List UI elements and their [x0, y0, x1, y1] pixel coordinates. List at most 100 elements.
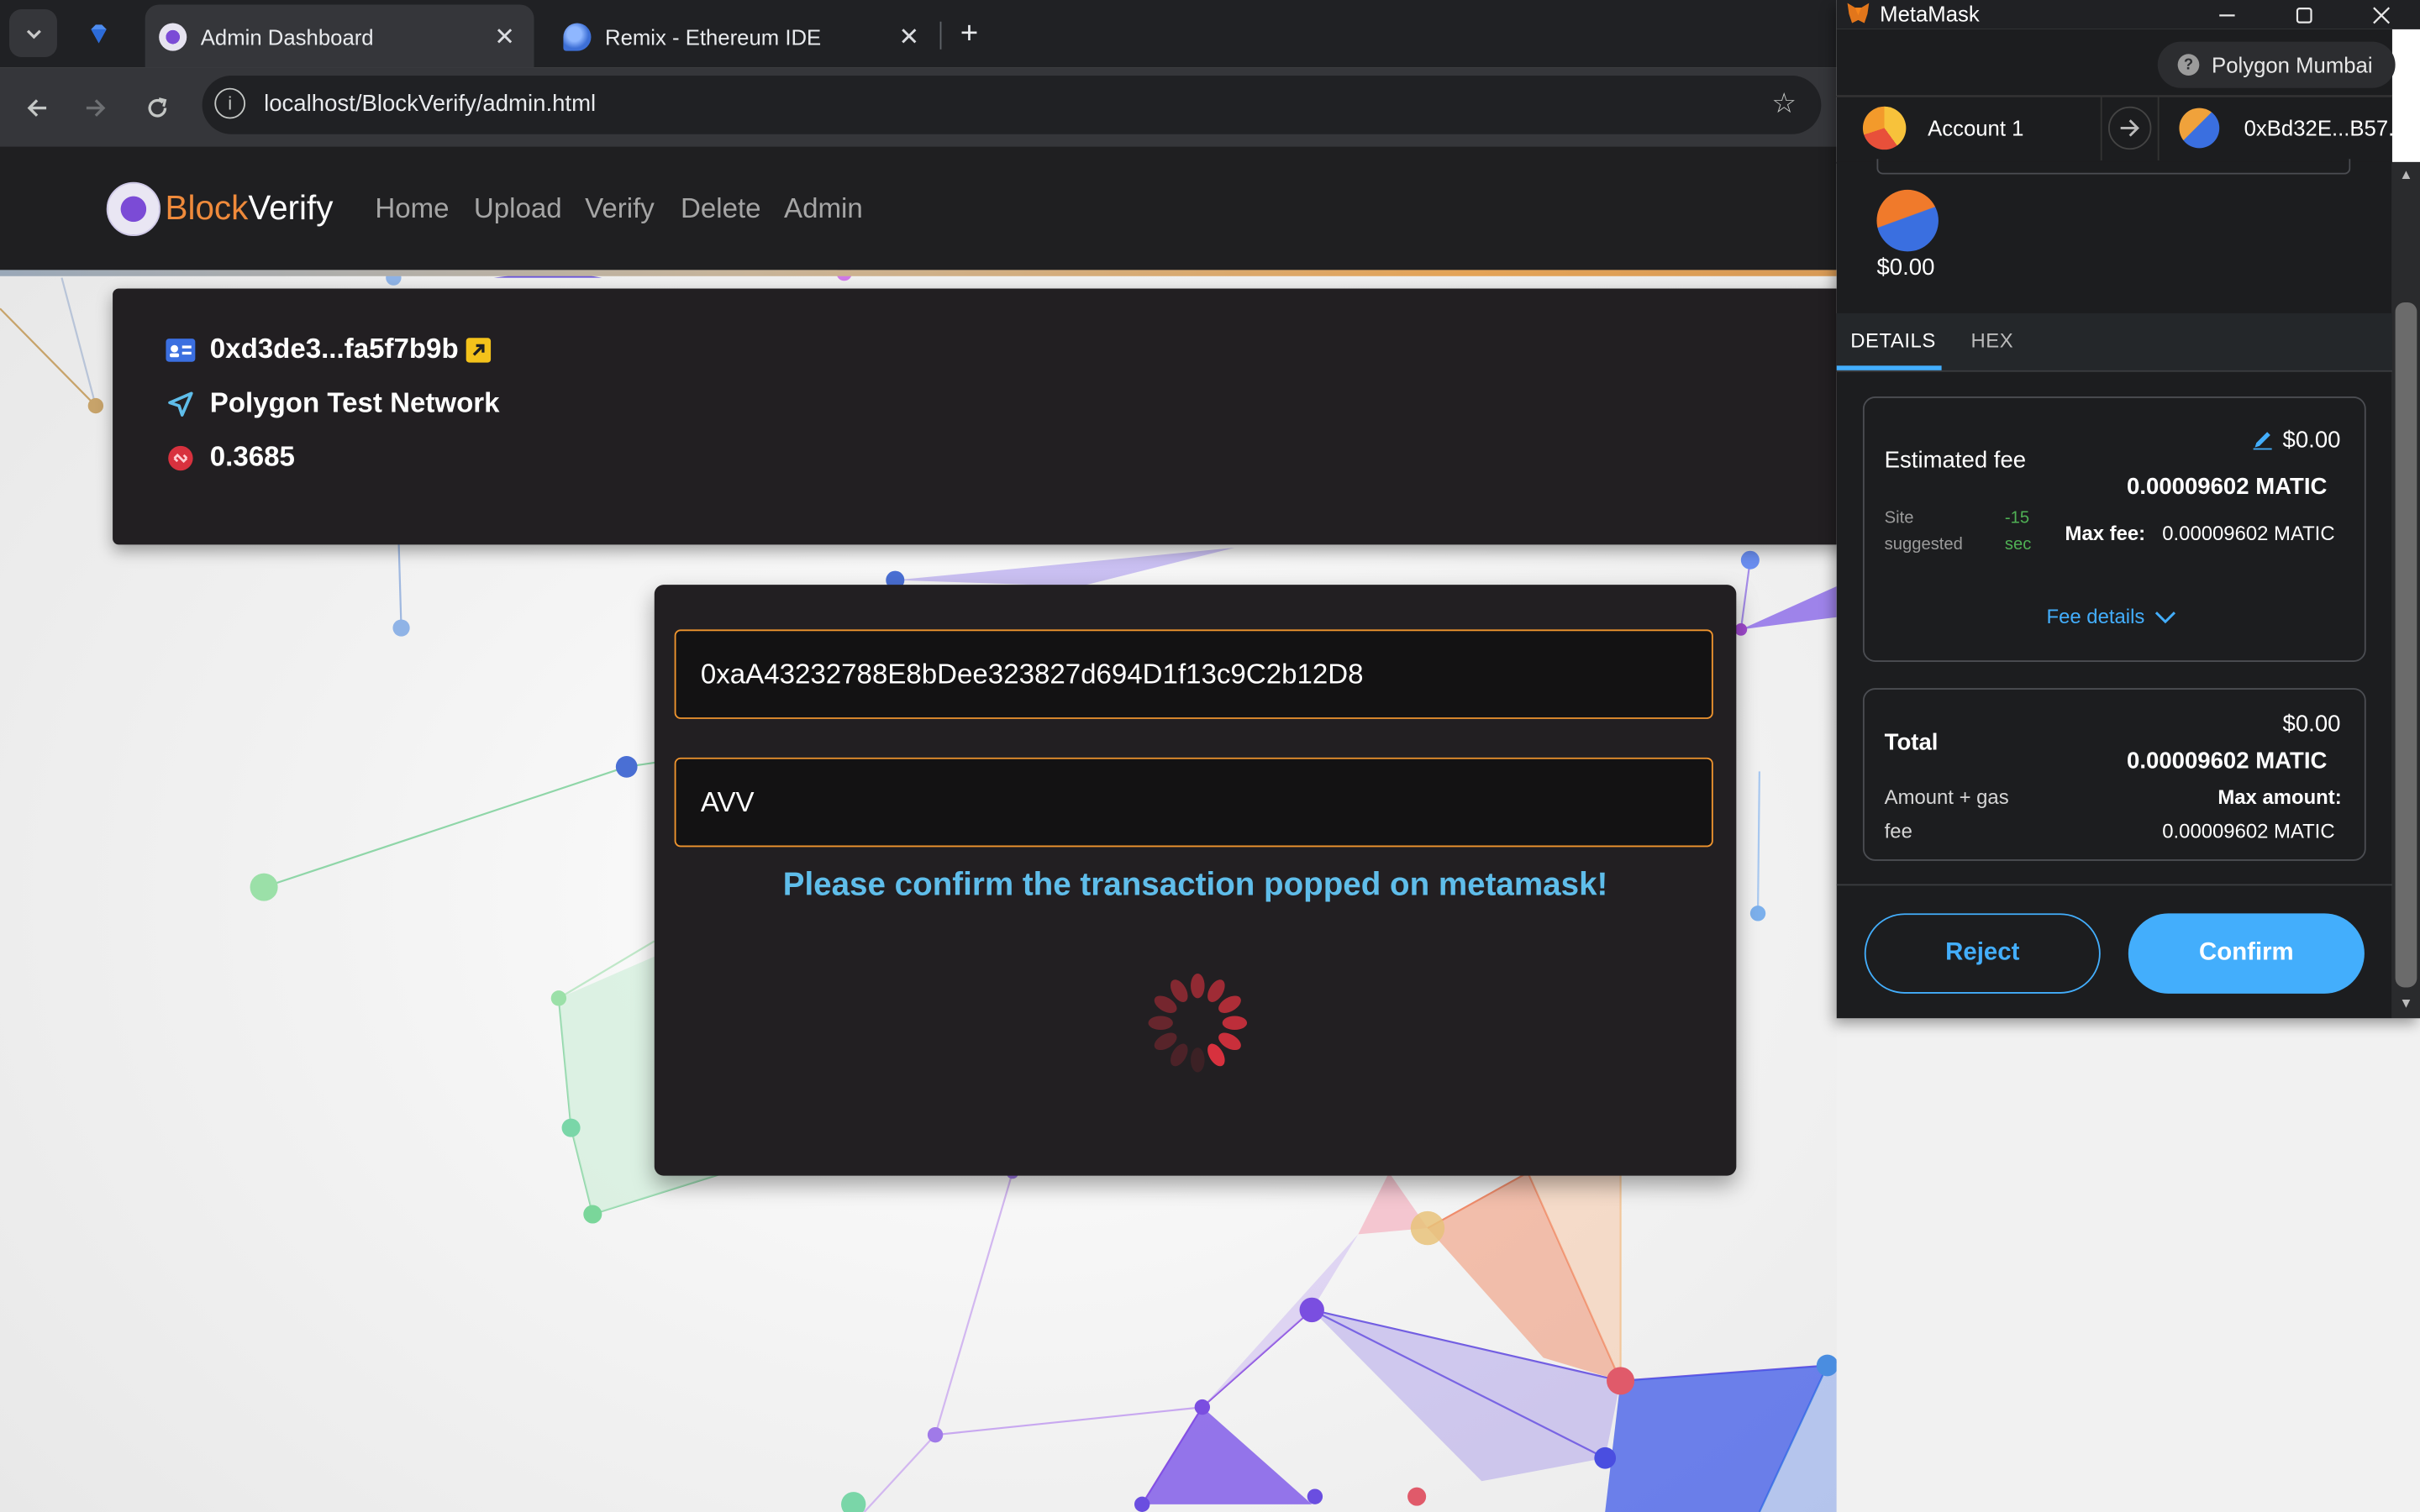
spinner-petal — [1191, 1047, 1205, 1073]
active-tab-indicator — [1836, 365, 1942, 370]
brand-part-verify: Verify — [248, 188, 334, 227]
tab-remix[interactable]: Remix - Ethereum IDE ✕ — [550, 5, 939, 68]
nav-link-home[interactable]: Home — [375, 193, 449, 226]
spinner-petal — [1191, 973, 1205, 999]
network-row: Polygon Test Network — [166, 387, 500, 420]
scroll-down-arrow-icon[interactable]: ▼ — [2396, 995, 2415, 1014]
max-fee-label: Max fee: — [2065, 521, 2146, 545]
blockverify-logo-icon[interactable] — [106, 181, 161, 237]
brand-name[interactable]: BlockVerify — [166, 188, 334, 228]
site-info-icon[interactable]: i — [214, 87, 246, 119]
maximize-button[interactable] — [2270, 0, 2338, 29]
bookmark-star-icon[interactable]: ☆ — [1769, 87, 1800, 119]
account-address-row: 0xd3de3...fa5f7b9b — [166, 333, 492, 366]
tab-title: Admin Dashboard — [200, 24, 374, 49]
max-amount-value: 0.00009602 MATIC — [2162, 819, 2335, 843]
external-link-icon[interactable] — [466, 337, 492, 362]
site-suggested-line1: Site — [1884, 509, 1914, 528]
close-icon — [2373, 6, 2391, 24]
reload-button[interactable] — [137, 88, 177, 129]
amount-gas-line2: fee — [1884, 819, 1912, 843]
to-account-address[interactable]: 0xBd32E...B57... — [2244, 116, 2407, 140]
input-edge — [1876, 159, 2351, 175]
site-suggested-line2: suggested — [1884, 535, 1963, 554]
url-text[interactable]: localhost/BlockVerify/admin.html — [264, 91, 596, 117]
id-card-icon — [166, 334, 197, 365]
scrollbar-thumb[interactable] — [2395, 302, 2417, 988]
transfer-arrow — [2100, 95, 2160, 161]
nav-link-upload[interactable]: Upload — [474, 193, 562, 226]
fee-details-link[interactable]: Fee details — [2047, 605, 2176, 628]
metamask-fox-icon — [1846, 2, 1870, 25]
reject-button[interactable]: Reject — [1864, 913, 2101, 994]
total-matic: 0.00009602 MATIC — [2127, 748, 2328, 775]
address-input[interactable]: 0xaA43232788E8bDee323827d694D1f13c9C2b12… — [674, 629, 1713, 719]
time-estimate-line2: sec — [2004, 535, 2032, 554]
account-address: 0xd3de3...fa5f7b9b — [209, 333, 459, 365]
forward-button[interactable] — [76, 88, 116, 129]
nav-link-admin[interactable]: Admin — [784, 193, 863, 226]
contract-avatar — [1876, 189, 1939, 252]
amount-gas-line1: Amount + gas — [1884, 785, 2009, 809]
scroll-up-arrow-icon[interactable]: ▲ — [2396, 166, 2415, 185]
chevron-down-icon — [25, 29, 41, 39]
new-tab-button[interactable]: + — [952, 13, 986, 55]
loading-spinner-icon — [1144, 969, 1252, 1077]
edit-pencil-icon[interactable] — [2252, 429, 2274, 451]
name-input[interactable]: AVV — [674, 757, 1713, 848]
transaction-value: $0.00 — [1876, 255, 1935, 281]
tab-hex[interactable]: HEX — [1971, 328, 2014, 352]
arrow-left-icon — [27, 99, 47, 117]
remix-favicon-icon — [563, 22, 592, 50]
matic-coin-icon — [166, 442, 197, 473]
send-icon — [166, 388, 197, 419]
fee-details-label: Fee details — [2046, 605, 2145, 628]
spinner-petal — [1148, 1016, 1173, 1031]
time-estimate-line1: -15 — [2004, 509, 2030, 528]
estimated-fee-usd: $0.00 — [2282, 427, 2341, 454]
close-window-button[interactable] — [2348, 0, 2416, 29]
arrow-right-icon — [86, 99, 106, 117]
total-usd: $0.00 — [2282, 711, 2341, 738]
pinned-tab-gem[interactable] — [77, 15, 120, 52]
tab-admin-dashboard[interactable]: Admin Dashboard ✕ — [145, 4, 534, 68]
tab-search-button[interactable] — [9, 9, 57, 57]
from-account-name[interactable]: Account 1 — [1928, 116, 2023, 140]
from-account-avatar — [1862, 106, 1907, 150]
tab-separator — [939, 21, 942, 50]
spinner-petal — [1222, 1016, 1248, 1031]
gem-icon — [91, 24, 107, 44]
back-button[interactable] — [17, 88, 57, 129]
nav-link-verify[interactable]: Verify — [585, 193, 655, 226]
balance-value: 0.3685 — [209, 441, 295, 473]
estimated-fee-label: Estimated fee — [1884, 447, 2027, 474]
status-message: Please confirm the transaction popped on… — [782, 867, 1608, 903]
arrow-right-icon — [2120, 119, 2139, 137]
confirm-button[interactable]: Confirm — [2128, 913, 2365, 994]
total-label: Total — [1884, 729, 1939, 756]
close-tab-icon[interactable]: ✕ — [895, 23, 923, 50]
navbar-accent-line — [0, 270, 1837, 276]
metamask-window-title: MetaMask — [1880, 1, 1980, 27]
tab-details[interactable]: DETAILS — [1850, 328, 1936, 352]
network-name: Polygon Test Network — [209, 387, 500, 418]
chevron-down-icon — [2154, 611, 2175, 623]
help-icon: ? — [2177, 54, 2200, 76]
footer-divider — [1836, 884, 2392, 886]
maximize-icon — [2296, 7, 2312, 23]
network-label: Polygon Mumbai — [2212, 52, 2373, 77]
network-selector[interactable]: ? Polygon Mumbai — [2157, 41, 2396, 88]
reload-icon — [148, 97, 167, 118]
max-fee-value: 0.00009602 MATIC — [2162, 521, 2335, 545]
balance-row: 0.3685 — [166, 441, 295, 474]
to-account-avatar — [2179, 108, 2220, 149]
minimize-button[interactable] — [2193, 0, 2261, 29]
nav-link-delete[interactable]: Delete — [681, 193, 761, 226]
blockverify-favicon-icon — [159, 22, 187, 50]
close-tab-icon[interactable]: ✕ — [491, 23, 518, 50]
estimated-fee-matic: 0.00009602 MATIC — [2127, 473, 2328, 501]
minimize-icon — [2219, 13, 2235, 16]
brand-part-block: Block — [165, 188, 249, 227]
max-amount-label: Max amount: — [2217, 785, 2342, 809]
tab-title: Remix - Ethereum IDE — [605, 24, 822, 49]
